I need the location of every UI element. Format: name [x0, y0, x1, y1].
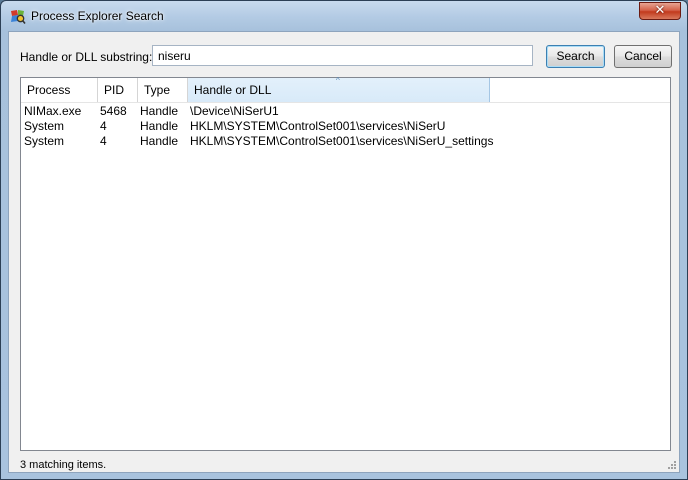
cell-process: System	[24, 134, 65, 148]
cancel-button[interactable]: Cancel	[614, 45, 672, 68]
column-label-process: Process	[27, 83, 71, 97]
column-header-pid[interactable]: PID	[98, 78, 138, 102]
column-header-handle[interactable]: ^ Handle or DLL	[188, 76, 490, 102]
cell-process: System	[24, 119, 65, 133]
close-icon: ✕	[654, 3, 666, 18]
cell-handle: \Device\NiSerU1	[190, 104, 279, 118]
column-header-type[interactable]: Type	[138, 78, 188, 102]
cell-handle: HKLM\SYSTEM\ControlSet001\services\NiSer…	[190, 134, 494, 148]
cell-pid: 4	[100, 119, 107, 133]
table-row[interactable]: System 4 Handle HKLM\SYSTEM\ControlSet00…	[21, 134, 670, 149]
window-title: Process Explorer Search	[31, 9, 164, 23]
table-row[interactable]: System 4 Handle HKLM\SYSTEM\ControlSet00…	[21, 119, 670, 134]
results-list[interactable]: Process PID Type ^ Handle or DLL NIMax.e…	[20, 76, 671, 451]
cell-type: Handle	[140, 134, 179, 148]
title-bar[interactable]: Process Explorer Search ✕	[1, 1, 687, 31]
search-button[interactable]: Search	[546, 45, 605, 68]
cell-pid: 5468	[100, 104, 127, 118]
header-divider	[21, 102, 670, 103]
cell-type: Handle	[140, 104, 179, 118]
process-explorer-app-icon	[11, 10, 26, 25]
sort-ascending-icon: ^	[336, 76, 340, 85]
results-header: Process PID Type ^ Handle or DLL	[21, 76, 670, 102]
column-label-pid: PID	[104, 83, 125, 97]
cell-process: NIMax.exe	[24, 104, 82, 118]
table-row[interactable]: NIMax.exe 5468 Handle \Device\NiSerU1	[21, 104, 670, 119]
search-field-label: Handle or DLL substring:	[20, 50, 153, 64]
column-label-type: Type	[144, 83, 171, 97]
close-button[interactable]: ✕	[639, 2, 681, 20]
column-header-process[interactable]: Process	[21, 78, 98, 102]
cell-handle: HKLM\SYSTEM\ControlSet001\services\NiSer…	[190, 119, 446, 133]
cell-type: Handle	[140, 119, 179, 133]
status-text: 3 matching items.	[20, 459, 107, 471]
resize-grip-icon[interactable]	[667, 460, 677, 470]
process-explorer-search-window: Process Explorer Search ✕ Handle or DLL …	[0, 0, 688, 480]
search-input[interactable]	[152, 45, 533, 66]
column-label-handle: Handle or DLL	[194, 83, 272, 97]
search-dialog-client: Handle or DLL substring: Search Cancel P…	[8, 31, 680, 473]
cell-pid: 4	[100, 134, 107, 148]
